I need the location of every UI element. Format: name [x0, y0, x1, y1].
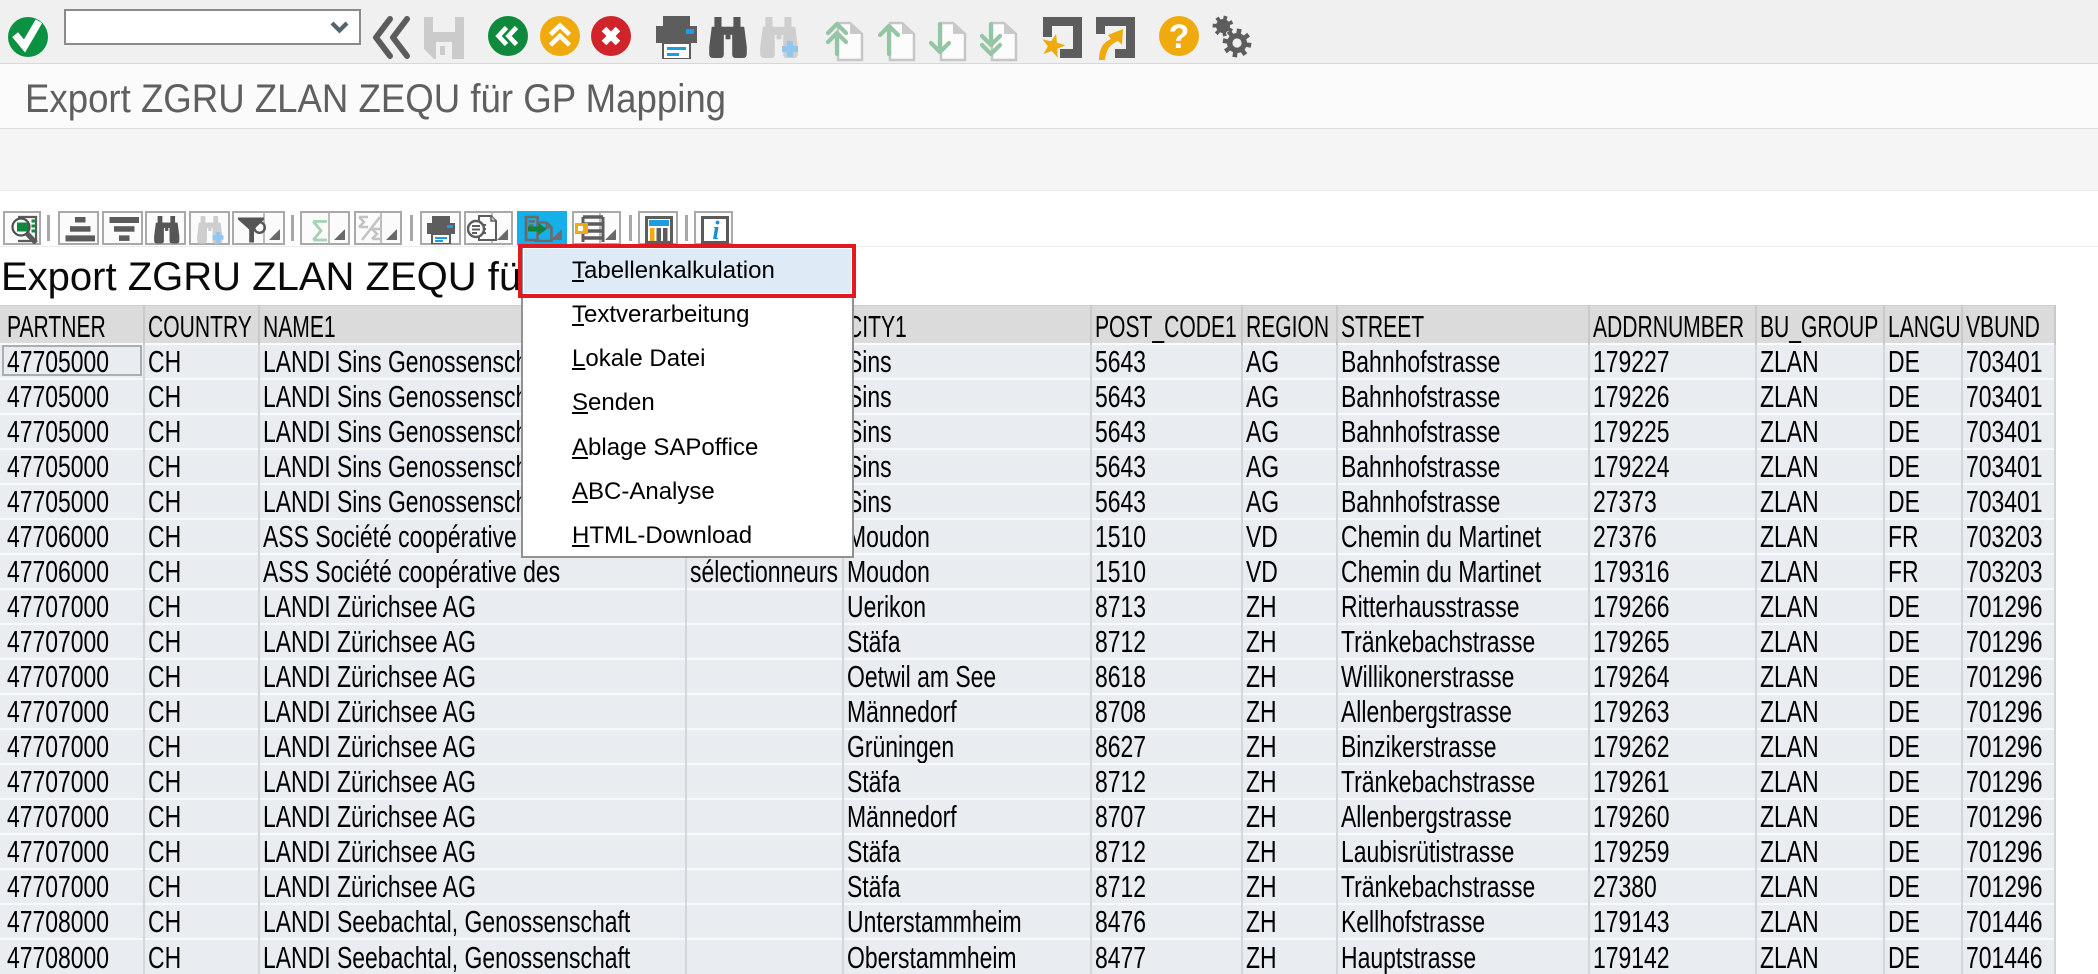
svg-text:i: i — [712, 216, 720, 244]
svg-text:?: ? — [1169, 18, 1190, 56]
